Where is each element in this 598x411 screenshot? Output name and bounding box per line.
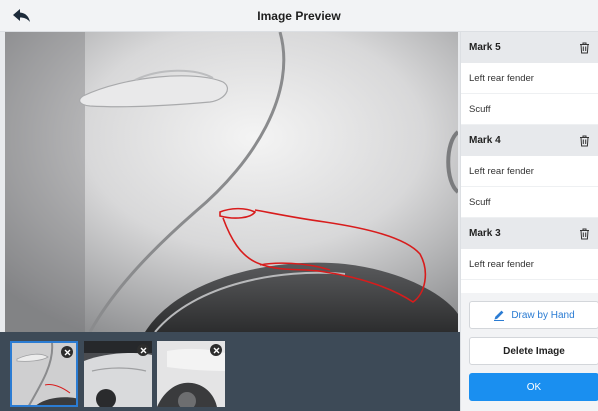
delete-mark-button[interactable] [577,41,591,55]
mark-title: Mark 5 [469,42,501,53]
car-photo [5,32,458,332]
mark-location[interactable]: Left rear fender [461,249,598,280]
mark-header: Mark 3 [461,218,598,249]
mark-title: Mark 3 [469,228,501,239]
thumbnail-2[interactable] [84,341,152,407]
close-icon [213,347,219,353]
close-icon [140,347,146,353]
marks-list[interactable]: Mark 5 Left rear fender Scuff Mark 4 Lef… [460,32,598,293]
remove-thumbnail-button[interactable] [210,344,222,356]
delete-mark-button[interactable] [577,134,591,148]
draw-by-hand-label: Draw by Hand [511,309,575,321]
delete-image-button[interactable]: Delete Image [469,337,598,365]
thumbnail-1[interactable] [10,341,78,407]
mark-location[interactable]: Left rear fender [461,63,598,94]
remove-thumbnail-button[interactable] [137,344,149,356]
pen-icon [493,309,505,321]
mark-damage-type[interactable]: Scuff [461,187,598,218]
mark-damage-type[interactable]: Scuff [461,94,598,125]
close-icon [64,349,70,355]
draw-by-hand-button[interactable]: Draw by Hand [469,301,598,329]
image-preview-canvas[interactable] [5,32,458,332]
page-title: Image Preview [257,9,341,23]
mark-header: Mark 4 [461,125,598,156]
mark-title: Mark 4 [469,135,501,146]
mark-location[interactable]: Left rear fender [461,156,598,187]
trash-icon [579,228,589,239]
thumbnail-3[interactable] [157,341,225,407]
thumbnail-strip [0,332,460,411]
trash-icon [579,135,589,146]
top-bar: Image Preview [0,0,598,32]
delete-mark-button[interactable] [577,227,591,241]
remove-thumbnail-button[interactable] [61,346,73,358]
ok-button[interactable]: OK [469,373,598,401]
mark-header: Mark 5 [461,32,598,63]
trash-icon [579,42,589,53]
action-panel: Draw by Hand Delete Image OK [460,293,598,411]
